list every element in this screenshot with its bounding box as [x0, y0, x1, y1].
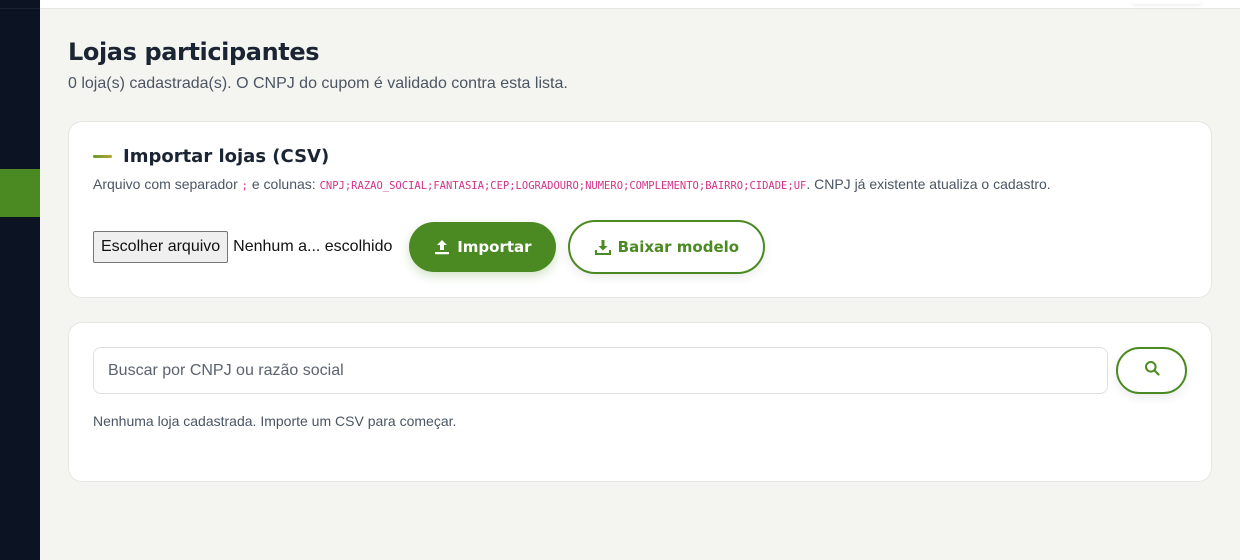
download-icon	[594, 239, 611, 255]
search-row	[93, 347, 1187, 394]
import-button-label: Importar	[457, 238, 532, 256]
main-content: Lojas participantes 0 loja(s) cadastrada…	[68, 36, 1212, 482]
import-description-suffix: . CNPJ já existente atualiza o cadastro.	[806, 176, 1051, 192]
top-bar-user-button[interactable]	[1132, 0, 1202, 4]
search-button[interactable]	[1116, 347, 1187, 394]
import-description-mid: e colunas:	[247, 176, 320, 192]
columns-code: CNPJ;RAZAO_SOCIAL;FANTASIA;CEP;LOGRADOUR…	[319, 180, 807, 192]
import-description: Arquivo com separador ; e colunas: CNPJ;…	[93, 176, 1051, 192]
import-section-header: Importar lojas (CSV)	[93, 146, 329, 167]
empty-state-message: Nenhuma loja cadastrada. Importe um CSV …	[93, 413, 457, 429]
file-status: Nenhum a... escolhido	[233, 238, 393, 255]
import-section-title: Importar lojas (CSV)	[123, 146, 330, 167]
sidebar-divider	[0, 8, 40, 9]
search-input[interactable]	[93, 347, 1108, 394]
page-title: Lojas participantes	[68, 38, 320, 66]
accent-dash-icon	[93, 155, 112, 158]
import-button[interactable]: Importar	[409, 222, 557, 272]
sidebar	[0, 0, 40, 560]
page-subtitle: 0 loja(s) cadastrada(s). O CNPJ do cupom…	[68, 75, 568, 92]
sidebar-item-active[interactable]	[0, 169, 40, 217]
import-controls: Escolher arquivo Nenhum a... escolhido I…	[93, 220, 766, 274]
upload-icon	[434, 239, 450, 255]
search-card: Nenhuma loja cadastrada. Importe um CSV …	[68, 322, 1212, 482]
download-template-label: Baixar modelo	[617, 238, 740, 256]
download-template-button[interactable]: Baixar modelo	[568, 220, 766, 274]
search-icon	[1144, 360, 1160, 381]
import-card: Importar lojas (CSV) Arquivo com separad…	[68, 121, 1212, 298]
import-description-prefix: Arquivo com separador	[93, 176, 242, 192]
top-bar	[40, 0, 1240, 9]
choose-file-button[interactable]: Escolher arquivo	[93, 231, 229, 263]
